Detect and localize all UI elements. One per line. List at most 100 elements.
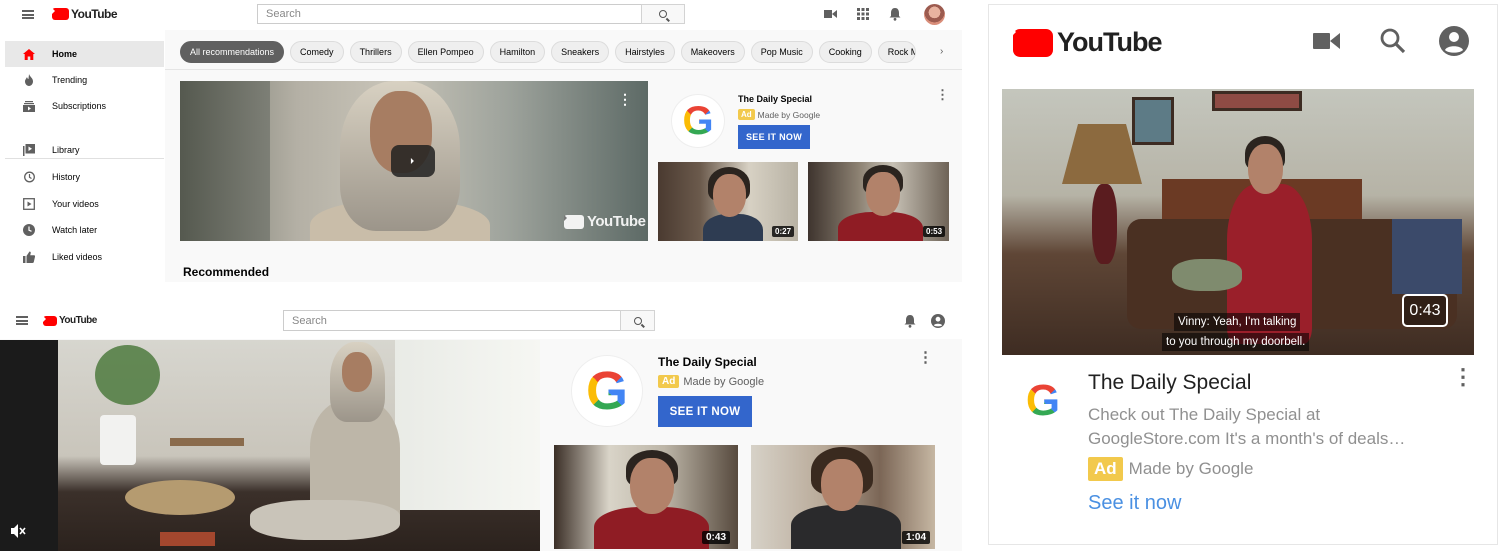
google-g-icon: G bbox=[585, 361, 628, 421]
menu-icon[interactable] bbox=[16, 316, 28, 325]
ad-by-text: Made by Google bbox=[683, 375, 765, 388]
avatar[interactable] bbox=[924, 4, 945, 25]
sidebar-item-home[interactable]: Home bbox=[5, 41, 164, 67]
search-input[interactable]: Search bbox=[283, 310, 621, 331]
chip-pop-music[interactable]: Pop Music bbox=[750, 41, 813, 63]
floor-book bbox=[160, 532, 215, 546]
ad-title[interactable]: The Daily Special bbox=[738, 94, 812, 104]
see-it-now-button[interactable]: SEE IT NOW bbox=[738, 125, 810, 149]
ad-badge: Ad bbox=[658, 375, 680, 388]
bell-icon[interactable] bbox=[889, 7, 901, 21]
apps-grid-icon[interactable] bbox=[857, 8, 869, 20]
ad-video-thumbnail[interactable]: 0:27 bbox=[658, 162, 798, 241]
video-camera-icon[interactable] bbox=[824, 9, 837, 19]
chip-hairstyles[interactable]: Hairstyles bbox=[615, 41, 675, 63]
search-button[interactable] bbox=[641, 4, 685, 24]
recommended-heading: Recommended bbox=[183, 265, 270, 279]
see-it-now-button[interactable]: SEE IT NOW bbox=[658, 396, 752, 427]
account-icon[interactable] bbox=[1439, 26, 1469, 56]
google-logo[interactable]: G bbox=[672, 95, 724, 147]
sidebar-item-subscriptions[interactable]: Subscriptions bbox=[5, 93, 164, 119]
sidebar-item-label: Library bbox=[52, 145, 80, 155]
watermark-play-icon bbox=[564, 214, 584, 229]
ad-byline: Ad Made by Google bbox=[1088, 457, 1253, 481]
ad-description: Check out The Daily Special at GoogleSto… bbox=[1088, 405, 1406, 448]
sidebar-item-liked-videos[interactable]: Liked videos bbox=[5, 244, 164, 270]
play-button[interactable] bbox=[391, 145, 435, 177]
chevron-right-icon[interactable]: › bbox=[940, 46, 943, 57]
youtube-logo[interactable]: YouTube bbox=[1013, 27, 1162, 58]
ad-video-thumbnail[interactable]: 1:04 bbox=[751, 445, 935, 549]
plant-pot bbox=[100, 415, 136, 465]
sidebar: Home Trending Subscriptions Library Hist… bbox=[0, 30, 165, 282]
search-icon bbox=[633, 316, 642, 325]
bell-icon[interactable] bbox=[904, 314, 916, 328]
youtube-play-icon bbox=[1013, 28, 1053, 57]
ad-video-thumbnail[interactable]: 0:43 bbox=[554, 445, 738, 549]
library-icon bbox=[23, 144, 35, 156]
sidebar-item-your-videos[interactable]: Your videos bbox=[5, 191, 164, 217]
video-dark-edge bbox=[0, 340, 58, 551]
sidebar-item-label: Subscriptions bbox=[52, 101, 107, 111]
ad-video-player[interactable]: Vinny: Yeah, I'm talking to you through … bbox=[1002, 89, 1474, 355]
ad-title[interactable]: The Daily Special bbox=[1088, 371, 1251, 395]
youtube-logo[interactable]: YouTube bbox=[43, 315, 97, 326]
sidebar-item-label: Your videos bbox=[52, 199, 99, 209]
masthead: YouTube Search bbox=[0, 303, 962, 339]
caption-line: Vinny: Yeah, I'm talking bbox=[1174, 313, 1301, 331]
google-logo[interactable]: G bbox=[1019, 376, 1067, 425]
search-icon[interactable] bbox=[1380, 28, 1406, 54]
duration-badge: 0:43 bbox=[1402, 294, 1448, 327]
watermark-text: YouTube bbox=[587, 213, 646, 230]
chip-comedy[interactable]: Comedy bbox=[290, 41, 344, 63]
thumbs-up-icon bbox=[23, 251, 35, 263]
youtube-watermark: YouTube bbox=[564, 213, 646, 230]
sidebar-item-label: History bbox=[52, 172, 81, 182]
ad-more-options-icon[interactable]: ⋮ bbox=[918, 350, 933, 365]
sidebar-item-history[interactable]: History bbox=[5, 164, 164, 190]
ad-badge: Ad bbox=[1088, 457, 1123, 481]
menu-icon[interactable] bbox=[22, 10, 34, 19]
wall-painting bbox=[1132, 97, 1174, 145]
chip-divider bbox=[165, 69, 962, 70]
masthead-video[interactable]: ⋮ YouTube bbox=[180, 81, 648, 241]
ad-more-options-icon[interactable]: ⋮ bbox=[1452, 366, 1474, 388]
account-icon[interactable] bbox=[931, 314, 945, 328]
ad-by-text: Made by Google bbox=[757, 109, 821, 120]
chip-cooking[interactable]: Cooking bbox=[818, 41, 872, 63]
chip-hamilton[interactable]: Hamilton bbox=[489, 41, 546, 63]
person-face bbox=[821, 459, 863, 511]
search-button[interactable] bbox=[620, 310, 655, 331]
chip-makeovers[interactable]: Makeovers bbox=[680, 41, 745, 63]
google-logo[interactable]: G bbox=[572, 356, 642, 426]
lamp-shade bbox=[1062, 124, 1142, 184]
mobile-panel: YouTube Vinny: Yeah, I'm talking to you … bbox=[988, 4, 1498, 545]
chip-rock-music[interactable]: Rock M bbox=[877, 41, 916, 63]
sidebar-item-library[interactable]: Library bbox=[5, 137, 164, 163]
sidebar-item-label: Trending bbox=[52, 75, 88, 85]
search-input[interactable]: Search bbox=[257, 4, 642, 24]
video-player[interactable] bbox=[0, 340, 540, 551]
muted-speaker-icon[interactable] bbox=[10, 523, 26, 539]
chip-thrillers[interactable]: Thrillers bbox=[349, 41, 402, 63]
caption-line: to you through my doorbell. bbox=[1162, 333, 1310, 351]
watch-page-panel: YouTube Search G The Daily Special Ad Ma… bbox=[0, 303, 962, 551]
search-icon bbox=[659, 10, 667, 18]
ad-more-options-icon[interactable]: ⋮ bbox=[936, 88, 949, 101]
sidebar-item-trending[interactable]: Trending bbox=[5, 67, 164, 93]
chip-ellen-pompeo[interactable]: Ellen Pompeo bbox=[407, 41, 484, 63]
video-camera-icon[interactable] bbox=[1313, 31, 1340, 51]
google-g-icon: G bbox=[682, 98, 714, 143]
clock-icon bbox=[23, 224, 35, 236]
duration-badge: 0:27 bbox=[772, 226, 795, 237]
masthead: YouTube Search bbox=[0, 0, 962, 30]
chip-all-recommendations[interactable]: All recommendations bbox=[180, 41, 285, 63]
sidebar-item-watch-later[interactable]: Watch later bbox=[5, 217, 164, 243]
ad-title[interactable]: The Daily Special bbox=[658, 355, 757, 369]
ad-video-thumbnail[interactable]: 0:53 bbox=[808, 162, 949, 241]
chip-sneakers[interactable]: Sneakers bbox=[551, 41, 610, 63]
person-torso bbox=[791, 505, 901, 549]
see-it-now-link[interactable]: See it now bbox=[1088, 492, 1181, 515]
more-options-icon[interactable]: ⋮ bbox=[618, 92, 632, 106]
youtube-logo[interactable]: YouTube bbox=[52, 7, 118, 21]
